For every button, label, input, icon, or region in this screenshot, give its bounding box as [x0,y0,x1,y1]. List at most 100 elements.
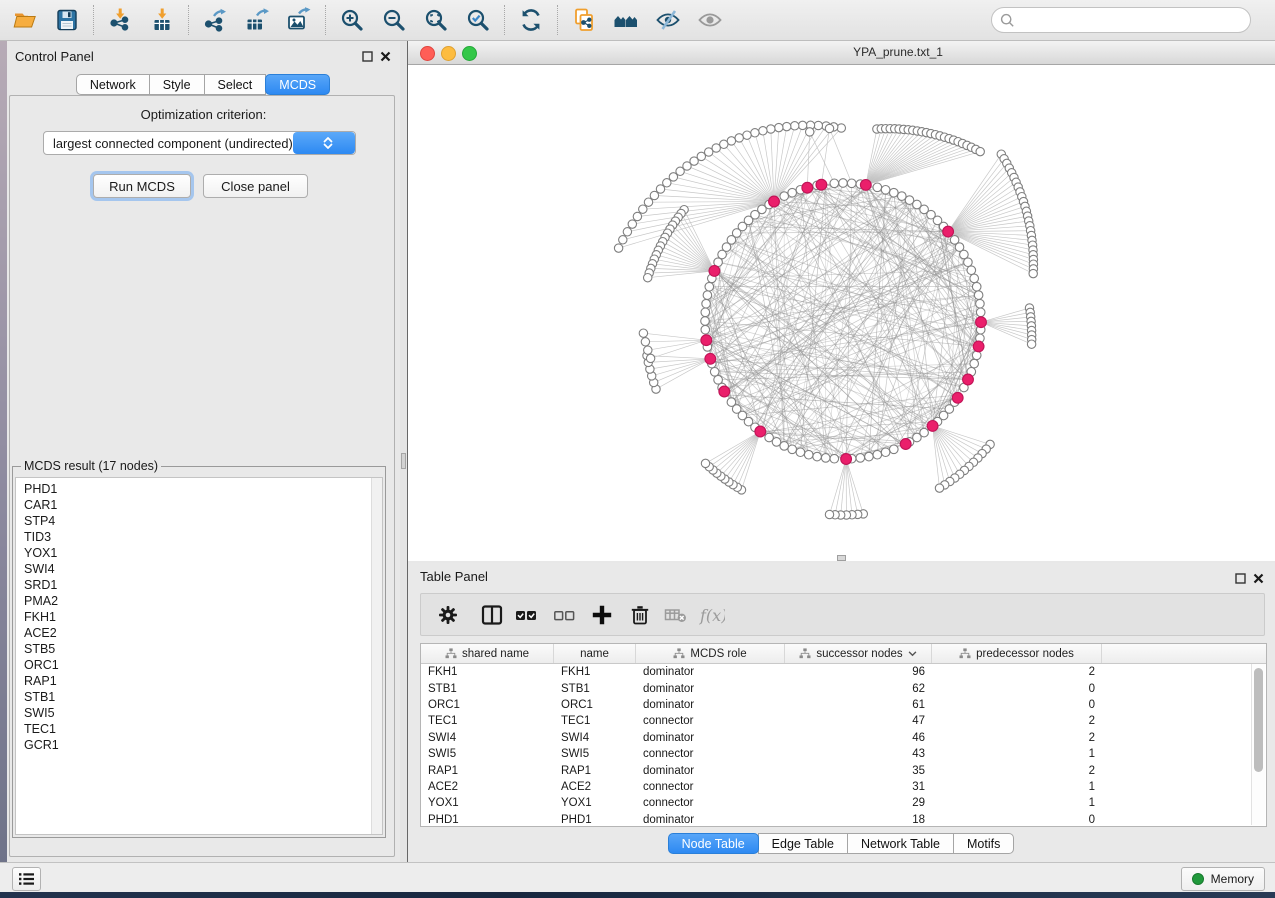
cell-successor-nodes[interactable]: 47 [785,713,932,729]
cell-shared-name[interactable]: STB1 [421,680,554,696]
cell-MCDS-role[interactable]: connector [636,779,785,795]
unselect-all-button[interactable] [549,597,579,633]
tab-edge-table[interactable]: Edge Table [758,833,848,854]
cell-shared-name[interactable]: SWI4 [421,730,554,746]
cell-successor-nodes[interactable]: 18 [785,812,932,828]
list-item[interactable]: ACE2 [24,625,382,641]
import-network-button[interactable] [99,3,141,37]
optimization-criterion-select[interactable]: largest connected component (undirected) [43,131,356,155]
list-item[interactable]: STB1 [24,689,382,705]
tab-select[interactable]: Select [204,74,267,95]
tab-node-table[interactable]: Node Table [668,833,759,854]
cell-name[interactable]: SWI4 [554,730,636,746]
search-input[interactable] [1020,12,1250,28]
trash-button[interactable] [625,597,655,633]
table-row[interactable]: ACE2ACE2connector311 [421,779,1266,795]
cell-name[interactable]: STB1 [554,680,636,696]
zoom-fit-button[interactable] [415,3,457,37]
zoom-selected-button[interactable] [457,3,499,37]
column-header-shared-name[interactable]: shared name [421,644,554,663]
list-item[interactable]: ORC1 [24,657,382,673]
columns-button[interactable] [477,597,507,633]
scrollbar[interactable] [371,478,382,834]
tab-style[interactable]: Style [149,74,205,95]
table-row[interactable]: TEC1TEC1connector472 [421,713,1266,729]
close-panel-button[interactable]: Close panel [203,174,308,198]
export-image-button[interactable] [278,3,320,37]
network-canvas[interactable] [408,65,1275,561]
cell-MCDS-role[interactable]: dominator [636,680,785,696]
table-row[interactable]: FKH1FKH1dominator962 [421,664,1266,680]
minimize-traffic-light-icon[interactable] [441,46,456,61]
table-row[interactable]: YOX1YOX1connector291 [421,795,1266,811]
list-item[interactable]: PMA2 [24,593,382,609]
show-all-button[interactable] [689,3,731,37]
tab-network[interactable]: Network [76,74,150,95]
list-item[interactable]: SWI5 [24,705,382,721]
memory-button[interactable]: Memory [1181,867,1265,891]
cell-MCDS-role[interactable]: dominator [636,697,785,713]
cell-shared-name[interactable]: PHD1 [421,812,554,828]
cell-predecessor-nodes[interactable]: 0 [932,680,1102,696]
cell-predecessor-nodes[interactable]: 2 [932,730,1102,746]
first-neighbors-button[interactable] [605,3,647,37]
cell-predecessor-nodes[interactable]: 2 [932,713,1102,729]
list-item[interactable]: STP4 [24,513,382,529]
cell-predecessor-nodes[interactable]: 2 [932,664,1102,680]
cell-shared-name[interactable]: ORC1 [421,697,554,713]
tab-motifs[interactable]: Motifs [953,833,1014,854]
cell-MCDS-role[interactable]: dominator [636,664,785,680]
column-header-predecessor-nodes[interactable]: predecessor nodes [932,644,1102,663]
float-icon[interactable] [361,50,374,63]
cell-MCDS-role[interactable]: connector [636,746,785,762]
save-button[interactable] [46,3,88,37]
cell-name[interactable]: FKH1 [554,664,636,680]
list-item[interactable]: SRD1 [24,577,382,593]
table-row[interactable]: ORC1ORC1dominator610 [421,697,1266,713]
export-network-button[interactable] [194,3,236,37]
cell-name[interactable]: RAP1 [554,762,636,778]
cell-successor-nodes[interactable]: 29 [785,795,932,811]
cell-name[interactable]: PHD1 [554,812,636,828]
list-item[interactable]: PHD1 [24,481,382,497]
run-mcds-button[interactable]: Run MCDS [93,174,191,198]
cell-shared-name[interactable]: TEC1 [421,713,554,729]
cell-MCDS-role[interactable]: connector [636,795,785,811]
list-item[interactable]: RAP1 [24,673,382,689]
cell-successor-nodes[interactable]: 62 [785,680,932,696]
table-row[interactable]: SWI5SWI5connector431 [421,746,1266,762]
scrollbar[interactable] [1251,664,1265,825]
cell-shared-name[interactable]: ACE2 [421,779,554,795]
cell-successor-nodes[interactable]: 35 [785,762,932,778]
cell-MCDS-role[interactable]: dominator [636,812,785,828]
cell-successor-nodes[interactable]: 46 [785,730,932,746]
cell-predecessor-nodes[interactable]: 2 [932,762,1102,778]
list-item[interactable]: FKH1 [24,609,382,625]
cell-predecessor-nodes[interactable]: 1 [932,746,1102,762]
cell-successor-nodes[interactable]: 43 [785,746,932,762]
cell-predecessor-nodes[interactable]: 1 [932,795,1102,811]
cell-successor-nodes[interactable]: 31 [785,779,932,795]
list-item[interactable]: GCR1 [24,737,382,753]
cell-shared-name[interactable]: RAP1 [421,762,554,778]
vertical-splitter[interactable] [400,41,407,862]
maximize-traffic-light-icon[interactable] [462,46,477,61]
table-row[interactable]: PHD1PHD1dominator180 [421,812,1266,828]
cell-MCDS-role[interactable]: dominator [636,762,785,778]
mcds-result-list[interactable]: PHD1CAR1STP4TID3YOX1SWI4SRD1PMA2FKH1ACE2… [15,477,383,835]
cell-name[interactable]: SWI5 [554,746,636,762]
cell-successor-nodes[interactable]: 96 [785,664,932,680]
import-table-button[interactable] [141,3,183,37]
cell-MCDS-role[interactable]: connector [636,713,785,729]
cell-shared-name[interactable]: SWI5 [421,746,554,762]
task-history-button[interactable] [12,867,41,891]
cell-shared-name[interactable]: FKH1 [421,664,554,680]
column-header-successor-nodes[interactable]: successor nodes [785,644,932,663]
tab-network-table[interactable]: Network Table [847,833,954,854]
add-button[interactable] [587,597,617,633]
cell-predecessor-nodes[interactable]: 0 [932,812,1102,828]
cell-name[interactable]: TEC1 [554,713,636,729]
close-icon[interactable] [1252,572,1265,585]
list-item[interactable]: SWI4 [24,561,382,577]
cell-predecessor-nodes[interactable]: 0 [932,697,1102,713]
